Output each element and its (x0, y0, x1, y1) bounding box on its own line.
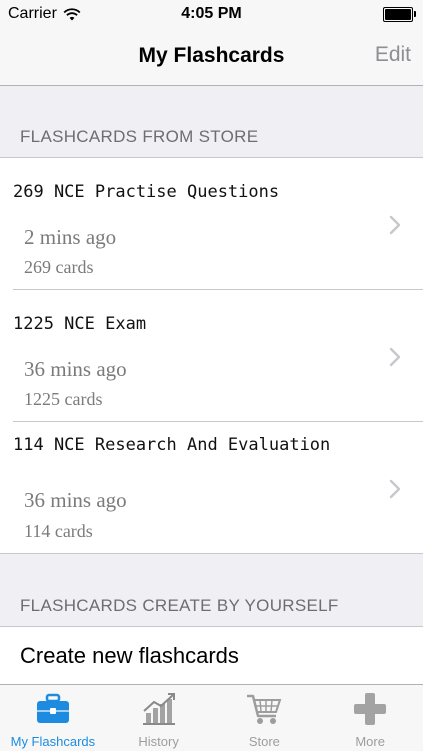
tab-my-flashcards[interactable]: My Flashcards (0, 685, 106, 751)
flashcard-set-title: 269 NCE Practise Questions (13, 182, 280, 202)
clock: 4:05 PM (181, 5, 242, 22)
status-bar: Carrier 4:05 PM (0, 0, 423, 28)
battery-fill (385, 9, 411, 20)
flashcard-set-time: 36 mins ago (24, 488, 127, 512)
flashcard-set-time: 2 mins ago (24, 225, 117, 249)
create-new-flashcards-button[interactable]: Create new flashcards (0, 626, 423, 685)
tab-bar: My Flashcards History Store More (0, 684, 423, 751)
list-item[interactable]: 114 NCE Research And Evaluation 36 mins … (0, 422, 423, 553)
section-header-custom: FLASHCARDS CREATE BY YOURSELF (20, 596, 339, 615)
create-new-label: Create new flashcards (20, 643, 239, 668)
tab-store[interactable]: Store (212, 685, 318, 751)
cart-icon (247, 694, 282, 724)
flashcard-set-time: 36 mins ago (24, 357, 127, 381)
flashcard-set-count: 114 cards (24, 521, 93, 541)
chevron-right-icon (389, 479, 401, 499)
page-title: My Flashcards (138, 44, 285, 67)
flashcard-set-count: 1225 cards (24, 389, 103, 409)
chevron-right-icon (389, 347, 401, 367)
edit-button[interactable]: Edit (375, 43, 411, 67)
tab-label: Store (248, 734, 280, 749)
chevron-right-icon (389, 215, 401, 235)
list-item[interactable]: 269 NCE Practise Questions 2 mins ago 26… (0, 158, 423, 290)
battery-icon (383, 7, 416, 22)
list-item[interactable]: 1225 NCE Exam 36 mins ago 1225 cards (0, 290, 423, 422)
plus-icon (354, 693, 387, 725)
tab-label: History (138, 734, 179, 749)
tab-more[interactable]: More (317, 685, 423, 751)
briefcase-icon (36, 693, 69, 723)
section-header-store: FLASHCARDS FROM STORE (20, 127, 259, 146)
navigation-bar: My Flashcards Edit (0, 28, 423, 86)
tab-label: My Flashcards (10, 734, 96, 749)
tab-label: More (355, 734, 385, 749)
tab-history[interactable]: History (106, 685, 212, 751)
chart-icon (142, 693, 175, 725)
flashcard-set-count: 269 cards (24, 257, 94, 277)
store-flashcards-list: 269 NCE Practise Questions 2 mins ago 26… (0, 157, 423, 554)
flashcard-set-title: 114 NCE Research And Evaluation (13, 435, 331, 455)
flashcard-set-title: 1225 NCE Exam (13, 314, 147, 334)
